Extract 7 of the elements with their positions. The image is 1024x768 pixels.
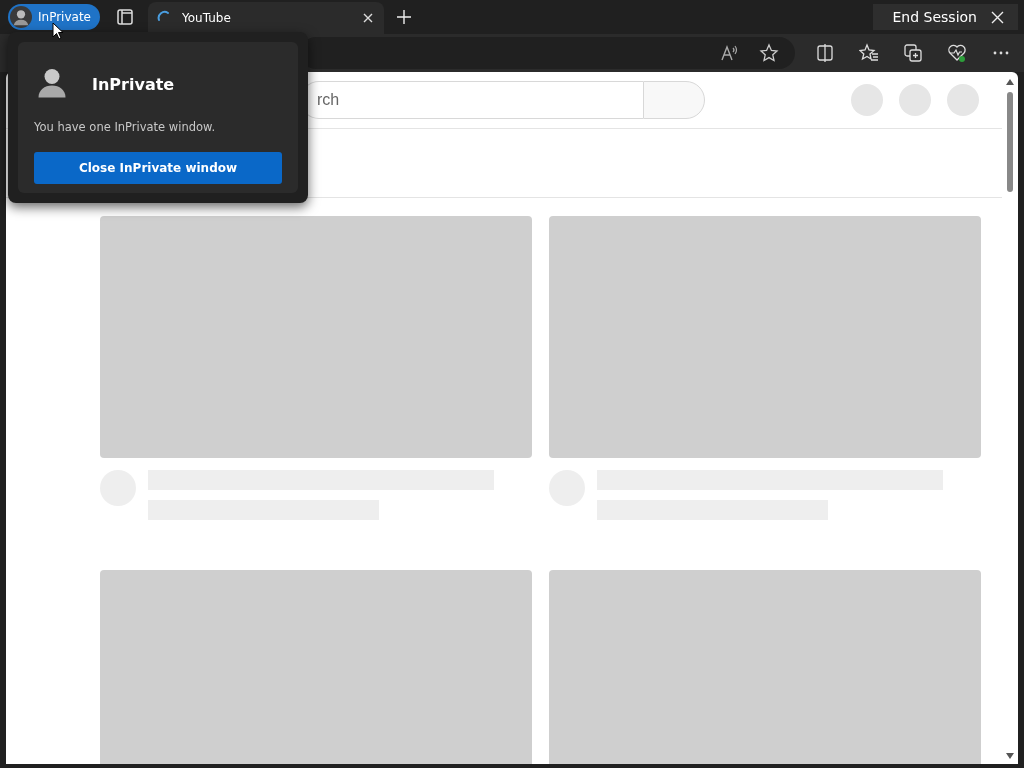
end-session-button[interactable]: End Session (872, 4, 1018, 30)
inprivate-button[interactable]: InPrivate (8, 4, 100, 30)
popup-title: InPrivate (92, 74, 175, 94)
close-inprivate-button[interactable]: Close InPrivate window (34, 152, 282, 184)
browser-tab[interactable]: YouTube (148, 2, 384, 34)
tab-title: YouTube (182, 11, 232, 25)
popup-message: You have one InPrivate window. (34, 120, 217, 134)
